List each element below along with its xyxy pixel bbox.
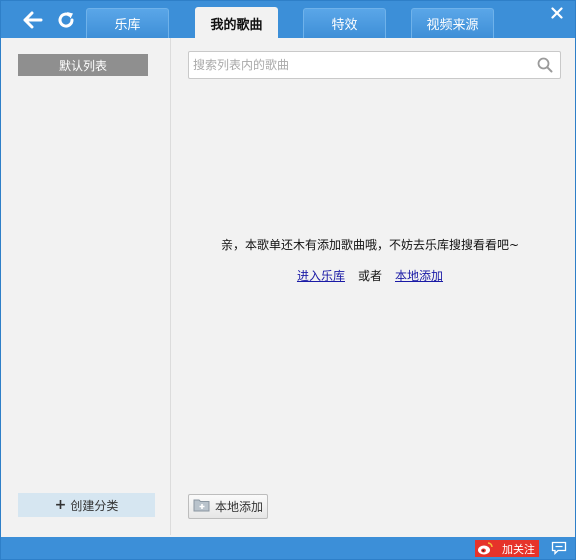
folder-add-icon (193, 498, 211, 515)
search-icon[interactable] (537, 57, 553, 73)
tab-label: 我的歌曲 (210, 17, 263, 33)
local-add-button[interactable]: 本地添加 (188, 494, 268, 519)
empty-actions: 进入乐库 或者 本地添加 (172, 267, 568, 284)
tab-label: 乐库 (114, 18, 141, 33)
sidebar-item-default-list[interactable]: 默认列表 (18, 54, 148, 76)
weibo-follow-button[interactable]: 加关注 (475, 540, 539, 557)
refresh-icon[interactable] (55, 9, 77, 31)
search-input[interactable] (193, 55, 523, 75)
tab-label: 视频来源 (426, 18, 479, 33)
local-add-label: 本地添加 (214, 500, 263, 514)
tab-my-songs[interactable]: 我的歌曲 (195, 7, 278, 38)
plus-icon: + (54, 497, 67, 513)
close-icon[interactable] (548, 4, 566, 22)
empty-playlist-message: 亲，本歌单还木有添加歌曲哦，不妨去乐库搜搜看看吧~ (220, 238, 520, 252)
status-bar: 加关注 (1, 537, 575, 559)
or-text: 或者 (357, 269, 382, 283)
top-bar: 乐库 我的歌曲 特效 视频来源 (1, 1, 575, 38)
back-arrow-icon[interactable] (22, 9, 44, 31)
tab-effects[interactable]: 特效 (303, 8, 386, 38)
tab-label: 特效 (331, 18, 358, 33)
local-add-link[interactable]: 本地添加 (395, 269, 443, 283)
sidebar: 默认列表 + 创建分类 (1, 38, 171, 535)
create-category-button[interactable]: + 创建分类 (18, 493, 155, 517)
create-category-label: 创建分类 (70, 498, 119, 513)
sidebar-item-label: 默认列表 (58, 58, 107, 73)
main-panel: 亲，本歌单还木有添加歌曲哦，不妨去乐库搜搜看看吧~ 进入乐库或者本地添加 本地添… (172, 38, 575, 535)
tab-video-source[interactable]: 视频来源 (411, 8, 494, 38)
weibo-icon (477, 541, 493, 556)
search-box (188, 51, 561, 79)
tab-music-library[interactable]: 乐库 (86, 8, 169, 38)
chat-bubble-icon[interactable] (551, 541, 567, 556)
follow-label: 加关注 (502, 542, 535, 556)
enter-library-link[interactable]: 进入乐库 (297, 269, 345, 283)
app-window: 乐库 我的歌曲 特效 视频来源 默认列表 + 创建分类 搜索列表内的歌曲 亲，本… (0, 0, 576, 560)
